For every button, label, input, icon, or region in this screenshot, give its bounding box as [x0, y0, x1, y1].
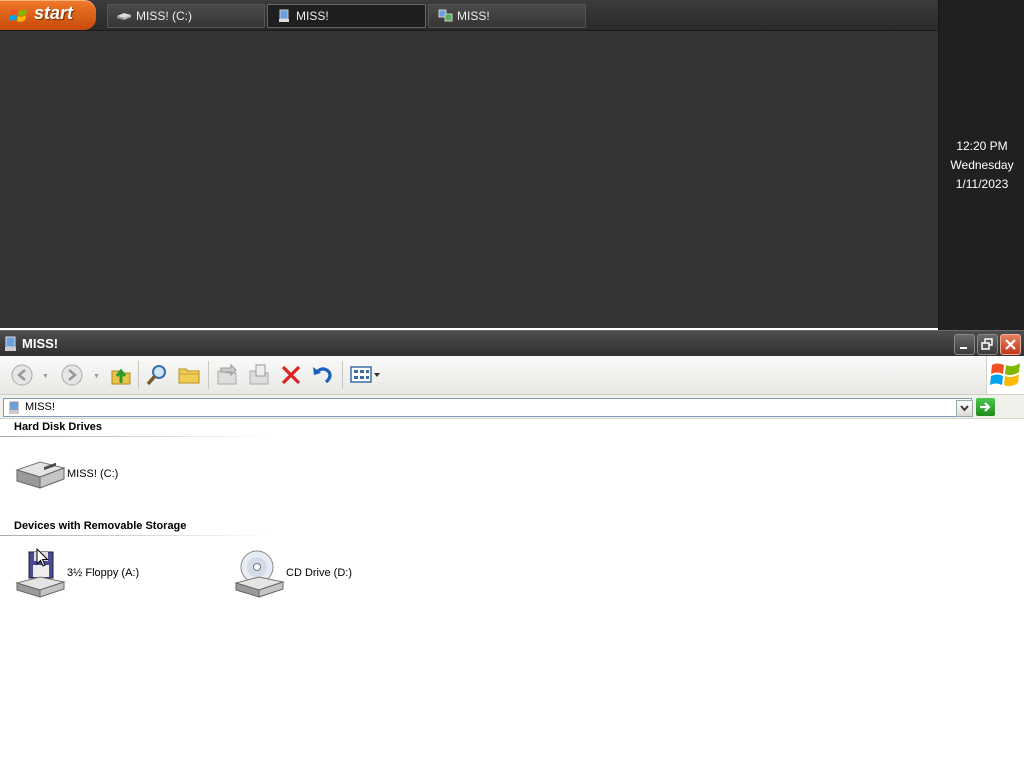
hard-drive-icon: [117, 13, 131, 20]
minimize-button[interactable]: [954, 334, 975, 355]
computer-icon: [279, 9, 289, 22]
drive-item-c[interactable]: MISS! (C:): [14, 450, 144, 502]
forward-arrow-icon: [61, 364, 83, 386]
undo-button[interactable]: [309, 361, 337, 389]
clock-date: 1/11/2023: [955, 177, 1009, 191]
go-arrow-icon: [980, 402, 991, 412]
folder-icon: [178, 368, 200, 384]
close-button[interactable]: [1000, 334, 1021, 355]
views-button[interactable]: [347, 361, 383, 389]
restore-icon: [981, 338, 993, 350]
toolbar-separator: [208, 361, 209, 389]
clock-day: Wednesday: [950, 158, 1014, 172]
drive-label: MISS! (C:): [67, 468, 119, 480]
window-title: MISS!: [22, 336, 59, 351]
drive-item-cd-d[interactable]: CD Drive (D:): [233, 549, 383, 601]
group-divider: [0, 535, 272, 536]
taskbar-button-drive-c[interactable]: MISS! (C:): [107, 4, 265, 28]
cd-drive-icon: [234, 550, 285, 598]
desktop[interactable]: [0, 31, 938, 328]
drive-label: CD Drive (D:): [286, 567, 352, 579]
group-divider: [0, 436, 272, 437]
forward-button[interactable]: [58, 361, 86, 389]
copy-to-button[interactable]: [245, 361, 273, 389]
delete-x-icon: [281, 365, 301, 385]
taskbar-button-network[interactable]: MISS!: [428, 4, 586, 28]
taskbar: start MISS! (C:) MISS! MISS!: [0, 0, 1024, 31]
move-to-button[interactable]: [213, 361, 241, 389]
network-icon: [438, 9, 453, 22]
minimize-icon: [960, 347, 967, 349]
taskbar-button-label: MISS!: [457, 9, 490, 23]
drive-label: 3½ Floppy (A:): [67, 567, 140, 579]
chevron-down-icon: [960, 405, 969, 412]
undo-icon: [313, 367, 332, 384]
taskbar-button-my-computer[interactable]: MISS!: [267, 4, 426, 28]
up-button[interactable]: [107, 361, 135, 389]
address-bar: MISS!: [0, 395, 1024, 419]
delete-button[interactable]: [277, 361, 305, 389]
clock-time: 12:20 PM: [956, 139, 1008, 153]
restore-button[interactable]: [977, 334, 998, 355]
group-heading-removable-storage: Devices with Removable Storage: [14, 520, 187, 532]
windows-flag-icon: [986, 356, 1024, 394]
group-heading-hard-disk-drives: Hard Disk Drives: [14, 421, 103, 433]
explorer-window: MISS! ▼ ▼ MISS! Hard Disk Drives MISS! (…: [0, 330, 1024, 768]
go-button[interactable]: [976, 398, 995, 416]
back-arrow-icon: [11, 364, 33, 386]
taskbar-button-label: MISS! (C:): [136, 9, 192, 23]
move-to-folder-icon: [217, 363, 237, 385]
close-icon: [1005, 339, 1016, 350]
back-button[interactable]: [8, 361, 36, 389]
address-input[interactable]: MISS!: [3, 398, 973, 417]
title-bar[interactable]: MISS!: [0, 330, 1024, 357]
toolbar-separator: [342, 361, 343, 389]
folders-button[interactable]: [175, 361, 203, 389]
folder-up-icon: [111, 368, 131, 385]
windows-logo-icon: [10, 9, 27, 22]
toolbar: ▼ ▼: [0, 356, 1024, 395]
forward-dropdown-icon[interactable]: ▼: [93, 373, 100, 380]
hard-drive-icon: [15, 461, 66, 489]
copy-to-folder-icon: [249, 364, 269, 385]
taskbar-button-label: MISS!: [296, 9, 329, 23]
address-dropdown-button[interactable]: [956, 400, 973, 417]
computer-icon: [5, 336, 16, 351]
computer-icon: [9, 401, 19, 414]
search-button[interactable]: [143, 361, 171, 389]
back-dropdown-icon[interactable]: ▼: [42, 373, 49, 380]
address-value: MISS!: [25, 401, 55, 413]
clock-panel: 12:20 PM Wednesday 1/11/2023: [938, 0, 1024, 330]
toolbar-separator: [138, 361, 139, 389]
views-grid-icon: [350, 366, 380, 383]
mouse-pointer-icon: [36, 548, 49, 567]
search-icon: [146, 365, 166, 386]
start-button[interactable]: start: [0, 0, 96, 30]
start-label: start: [34, 3, 74, 23]
